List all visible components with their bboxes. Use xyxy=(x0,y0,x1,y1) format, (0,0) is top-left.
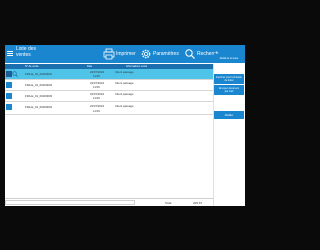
row-info: Client passage xyxy=(115,92,134,96)
panel-divider xyxy=(213,64,214,206)
footer-field xyxy=(5,200,135,205)
document-icon xyxy=(6,82,12,88)
row-sale-number: FRA-E_01_00200001 xyxy=(25,72,53,76)
print-label: Imprimer xyxy=(116,51,136,57)
print-button[interactable]: Imprimer xyxy=(103,47,136,61)
hamburger-menu-icon[interactable] xyxy=(5,45,15,63)
document-icon xyxy=(6,93,12,99)
row-time: 11:09 xyxy=(93,96,100,100)
settings-label: Paramètres xyxy=(153,51,179,57)
settings-button[interactable]: Paramètres xyxy=(140,47,179,61)
total-label: Total xyxy=(165,201,172,205)
row-info: Client passage xyxy=(115,104,134,108)
row-info: Client passage xyxy=(115,70,134,74)
gear-icon xyxy=(141,49,151,59)
print-ticket-label-2: de ticket xyxy=(224,79,234,82)
row-time: 11:06 xyxy=(93,85,100,89)
search-icon xyxy=(185,49,195,59)
send-mail-label-2: par mail xyxy=(224,90,234,93)
send-mail-button[interactable]: Envoyer document par mail xyxy=(214,85,244,95)
modify-label: Modifier xyxy=(224,113,234,117)
row-sale-number: FRA-E_01_00200004 xyxy=(25,105,53,109)
table-row[interactable]: FRA-E_01_00200004 24/07/2024 11:09 Clien… xyxy=(5,102,213,115)
modify-button[interactable]: Modifier xyxy=(214,111,244,119)
footer-bar: Total 205,67 xyxy=(5,198,213,206)
table-row[interactable]: FRA-E_01_00200001 24/07/2024 11:06 Clien… xyxy=(5,69,213,80)
print-ticket-button[interactable]: Imprimer pour l'émission de ticket xyxy=(214,74,244,84)
page-title-line2: ventes xyxy=(16,52,31,58)
app-screen: Liste des ventes Imprimer Paramètres Rec… xyxy=(5,45,245,206)
row-sale-number: FRA-E_01_00200003 xyxy=(25,94,53,98)
table-row[interactable]: FRA-E_01_00200003 24/07/2024 11:09 Clien… xyxy=(5,91,213,102)
table-row[interactable]: FRA-E_01_00200002 24/07/2024 11:06 Clien… xyxy=(5,80,213,91)
page-title: Liste des ventes xyxy=(16,46,46,58)
row-time: 11:06 xyxy=(93,74,100,78)
document-icon xyxy=(6,104,12,110)
sale-detail-button[interactable]: Détail de la vente xyxy=(214,54,244,63)
row-time: 11:09 xyxy=(93,109,100,113)
header-bar: Liste des ventes Imprimer Paramètres Rec… xyxy=(5,45,245,63)
row-sale-number: FRA-E_01_00200002 xyxy=(25,83,53,87)
search-icon xyxy=(12,71,18,77)
total-value: 205,67 xyxy=(193,201,203,205)
printer-icon xyxy=(103,48,115,60)
sale-detail-label: Détail de la vente xyxy=(219,57,239,60)
row-date: 24/07/2024 xyxy=(90,104,104,108)
row-info: Client passage xyxy=(115,81,134,85)
